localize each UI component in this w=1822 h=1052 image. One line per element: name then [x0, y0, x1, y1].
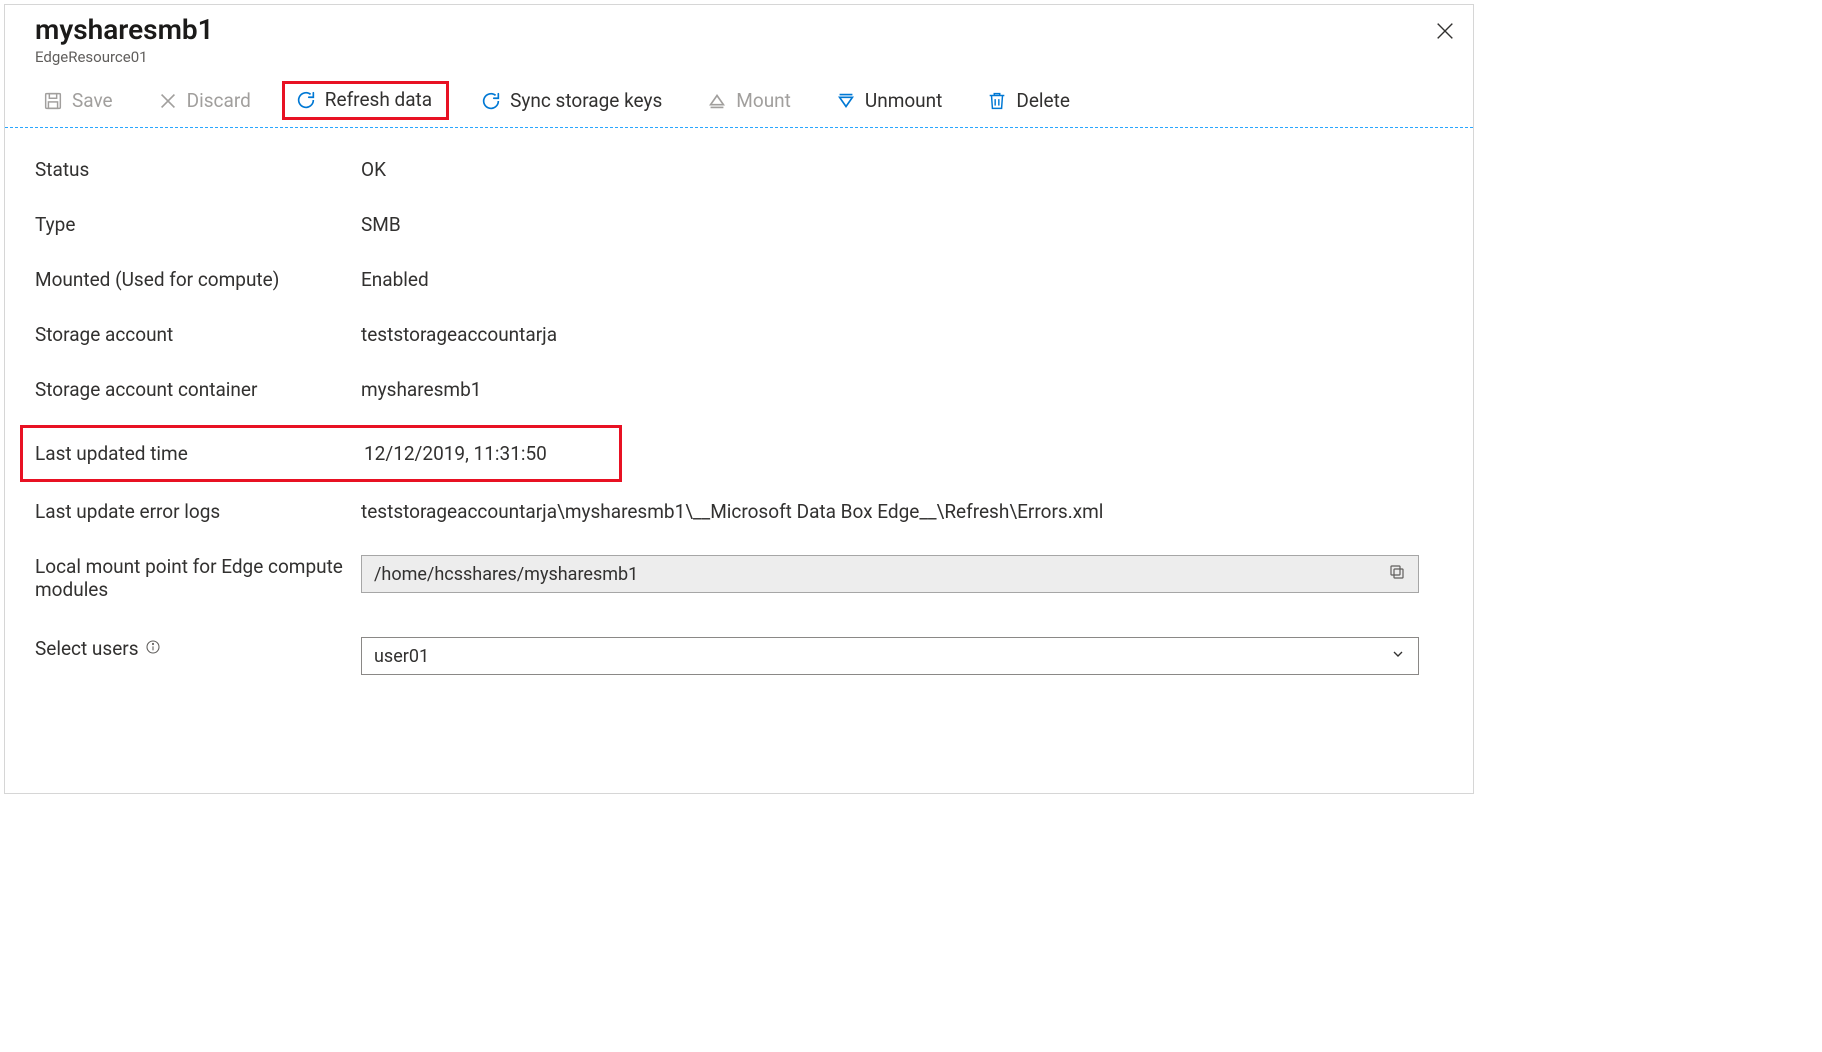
share-details-panel: mysharesmb1 EdgeResource01 Save Discard …: [4, 4, 1474, 794]
value-type: SMB: [361, 213, 1443, 236]
save-label: Save: [72, 89, 113, 112]
label-select-users: Select users: [35, 637, 361, 660]
sync-storage-keys-button[interactable]: Sync storage keys: [467, 80, 675, 121]
mount-point-text: /home/hcsshares/mysharesmb1: [374, 564, 638, 585]
discard-icon: [157, 90, 179, 112]
label-container: Storage account container: [35, 378, 361, 401]
page-title: mysharesmb1: [35, 13, 1443, 46]
label-type: Type: [35, 213, 361, 236]
row-mounted: Mounted (Used for compute) Enabled: [35, 268, 1443, 291]
command-bar: Save Discard Refresh data Sync storage k…: [5, 80, 1473, 128]
resource-subtitle: EdgeResource01: [35, 48, 1443, 66]
select-users-dropdown[interactable]: user01: [361, 637, 1419, 675]
refresh-label: Refresh data: [325, 88, 432, 111]
label-mounted: Mounted (Used for compute): [35, 268, 361, 291]
mount-label: Mount: [736, 89, 791, 112]
value-container: mysharesmb1: [361, 378, 1443, 401]
row-status: Status OK: [35, 158, 1443, 181]
label-mount-point: Local mount point for Edge compute modul…: [35, 555, 361, 601]
value-last-updated: 12/12/2019, 11:31:50: [364, 442, 619, 465]
value-mounted: Enabled: [361, 268, 1443, 291]
mount-icon: [706, 90, 728, 112]
delete-icon: [986, 90, 1008, 112]
label-storage-account: Storage account: [35, 323, 361, 346]
refresh-icon: [295, 89, 317, 111]
unmount-icon: [835, 90, 857, 112]
label-status: Status: [35, 158, 361, 181]
sync-icon: [480, 90, 502, 112]
refresh-data-button[interactable]: Refresh data: [282, 81, 449, 120]
select-users-text: Select users: [35, 637, 139, 660]
value-mount-point-wrap: /home/hcsshares/mysharesmb1: [361, 555, 1443, 593]
value-status: OK: [361, 158, 1443, 181]
mount-button[interactable]: Mount: [693, 80, 804, 121]
close-button[interactable]: [1431, 17, 1459, 45]
sync-label: Sync storage keys: [510, 89, 662, 112]
selected-user: user01: [374, 646, 429, 667]
copy-button[interactable]: [1388, 563, 1406, 586]
row-select-users: Select users user01: [35, 637, 1443, 675]
unmount-label: Unmount: [865, 89, 943, 112]
row-type: Type SMB: [35, 213, 1443, 236]
row-error-logs: Last update error logs teststorageaccoun…: [35, 500, 1443, 523]
label-error-logs: Last update error logs: [35, 500, 361, 523]
info-icon[interactable]: [145, 637, 161, 660]
row-mount-point: Local mount point for Edge compute modul…: [35, 555, 1443, 601]
discard-label: Discard: [187, 89, 251, 112]
select-users-wrap: user01: [361, 637, 1443, 675]
details-content: Status OK Type SMB Mounted (Used for com…: [5, 128, 1473, 675]
row-storage-account: Storage account teststorageaccountarja: [35, 323, 1443, 346]
label-last-updated: Last updated time: [35, 442, 364, 465]
delete-label: Delete: [1016, 89, 1070, 112]
save-button[interactable]: Save: [29, 80, 126, 121]
mount-point-field: /home/hcsshares/mysharesmb1: [361, 555, 1419, 593]
discard-button[interactable]: Discard: [144, 80, 264, 121]
value-error-logs: teststorageaccountarja\mysharesmb1\__Mic…: [361, 500, 1443, 523]
panel-header: mysharesmb1 EdgeResource01: [5, 5, 1473, 66]
row-container: Storage account container mysharesmb1: [35, 378, 1443, 401]
row-last-updated: Last updated time 12/12/2019, 11:31:50: [20, 425, 622, 482]
save-icon: [42, 90, 64, 112]
value-storage-account: teststorageaccountarja: [361, 323, 1443, 346]
close-icon: [1434, 20, 1456, 42]
unmount-button[interactable]: Unmount: [822, 80, 956, 121]
chevron-down-icon: [1390, 646, 1406, 667]
delete-button[interactable]: Delete: [973, 80, 1083, 121]
